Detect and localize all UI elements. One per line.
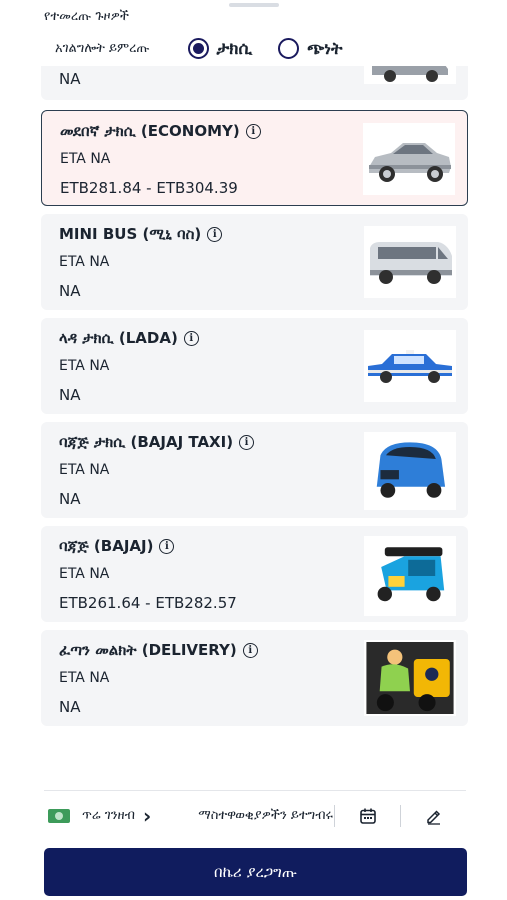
ride-title: መደበኛ ታክሲ (ECONOMY) i <box>60 122 261 140</box>
lada-icon <box>364 330 456 402</box>
service-label: አገልግሎት ይምረጡ <box>55 41 150 56</box>
ride-card-bajaj-taxi[interactable]: ባጃጅ ታክሲ (BAJAJ TAXI) i ETA NA NA <box>41 422 468 518</box>
pencil-icon <box>426 809 440 825</box>
chevron-right-icon: › <box>142 803 152 828</box>
info-icon[interactable]: i <box>242 642 258 658</box>
service-option-label: ጭነት <box>307 38 343 59</box>
ride-card-bajaj[interactable]: ባጃጅ (BAJAJ) i ETA NA ETB261.64 - ETB282.5… <box>41 526 468 622</box>
ride-card-partial[interactable]: NA <box>41 66 468 100</box>
delivery-icon <box>364 640 456 716</box>
service-option-freight[interactable]: ጭነት <box>278 38 342 59</box>
ride-title-text: ባጃጅ (BAJAJ) <box>59 537 154 555</box>
minibus-icon <box>364 226 456 298</box>
ride-eta: ETA NA <box>59 358 110 374</box>
confirm-ride-button[interactable]: በኬሪ ያረጋግጡ <box>44 848 467 896</box>
ride-card-delivery[interactable]: ፈጣን መልክት (DELIVERY) i ETA NA NA <box>41 630 468 726</box>
car-icon <box>364 66 456 84</box>
ride-title: ፈጣን መልክት (DELIVERY) i <box>59 641 258 659</box>
ride-title: ባጃጅ (BAJAJ) i <box>59 537 175 555</box>
ride-card-economy[interactable]: መደበኛ ታክሲ (ECONOMY) i ETA NA ETB281.84 - E… <box>41 110 468 206</box>
ride-eta: ETA NA <box>59 670 110 686</box>
ride-price: NA <box>59 282 81 300</box>
ride-card-minibus[interactable]: MINI BUS (ሚኒ ባስ) i ETA NA NA <box>41 214 468 310</box>
radio-unchecked-icon[interactable] <box>278 38 300 59</box>
info-icon[interactable]: i <box>183 330 199 346</box>
ride-eta: ETA NA <box>59 254 110 270</box>
info-icon[interactable]: i <box>245 123 261 139</box>
edit-button[interactable] <box>418 807 449 825</box>
ride-title: MINI BUS (ሚኒ ባስ) i <box>59 225 223 243</box>
ride-title-text: ባጃጅ ታክሲ (BAJAJ TAXI) <box>59 433 234 451</box>
radio-checked-icon[interactable] <box>187 38 209 59</box>
service-selector: አገልግሎት ይምረጡ ታክሲ ጭነት <box>55 38 368 59</box>
ride-title: ላዳ ታክሲ (LADA) i <box>59 329 199 347</box>
ride-eta: ETA NA <box>59 462 110 478</box>
schedule-button[interactable] <box>352 807 383 825</box>
bajaj-taxi-icon <box>364 432 456 510</box>
ride-eta: ETA NA <box>59 566 110 582</box>
service-option-taxi[interactable]: ታክሲ <box>187 38 253 59</box>
ride-title-text: ፈጣን መልክት (DELIVERY) <box>59 641 237 659</box>
sedan-icon <box>363 123 455 195</box>
ride-title-text: ላዳ ታክሲ (LADA) <box>59 329 178 347</box>
service-option-label: ታክሲ <box>216 38 253 59</box>
selected-trips-heading: የተመረጡ ጉዞዎች <box>44 9 129 24</box>
info-icon[interactable]: i <box>207 226 223 242</box>
ride-price: NA <box>59 698 81 716</box>
trip-options-bar: ጥሬ ገንዘብ › ማስተዋወቂያዎችን ይተግብሩ <box>44 790 466 840</box>
ride-card-lada[interactable]: ላዳ ታክሲ (LADA) i ETA NA NA <box>41 318 468 414</box>
ride-title: ባጃጅ ታክሲ (BAJAJ TAXI) i <box>59 433 255 451</box>
payment-method-selector[interactable]: ጥሬ ገንዘብ › <box>44 804 180 828</box>
tuktuk-icon <box>364 536 456 616</box>
calendar-icon <box>359 808 376 824</box>
ride-eta: ETA NA <box>60 151 111 167</box>
ride-price: ETB281.84 - ETB304.39 <box>60 179 238 197</box>
ride-title-text: መደበኛ ታክሲ (ECONOMY) <box>60 122 240 140</box>
ride-options-list[interactable]: NA መደበኛ ታክሲ (ECONOMY) i ETA NA ETB281.84 … <box>41 66 468 738</box>
ride-price: NA <box>59 70 81 88</box>
promotions-button[interactable]: ማስተዋወቂያዎችን ይተግብሩ <box>198 805 334 827</box>
cash-icon <box>48 808 70 823</box>
info-icon[interactable]: i <box>239 434 255 450</box>
divider <box>400 804 402 827</box>
ride-price: ETB261.64 - ETB282.57 <box>59 594 237 612</box>
info-icon[interactable]: i <box>159 538 175 554</box>
ride-price: NA <box>59 386 81 404</box>
divider <box>334 804 336 827</box>
payment-method-label: ጥሬ ገንዘብ <box>82 808 135 823</box>
ride-price: NA <box>59 490 81 508</box>
sheet-grab-handle[interactable] <box>229 3 279 7</box>
ride-title-text: MINI BUS (ሚኒ ባስ) <box>59 225 202 243</box>
